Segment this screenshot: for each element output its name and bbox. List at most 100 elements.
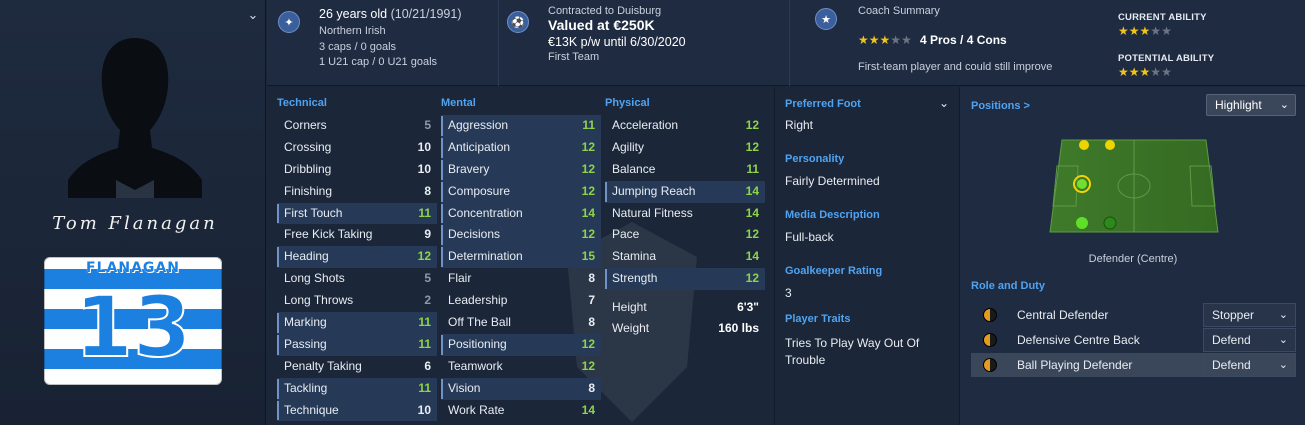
attribute-row-composure[interactable]: Composure 12 bbox=[441, 180, 601, 203]
attribute-row-long-shots[interactable]: Long Shots 5 bbox=[277, 268, 437, 290]
height-value: 6'3" bbox=[737, 300, 759, 314]
chevron-down-icon[interactable]: ⌄ bbox=[246, 8, 260, 22]
attribute-value: 2 bbox=[424, 293, 431, 308]
duty-dropdown[interactable]: Stopper ⌄ bbox=[1203, 303, 1296, 327]
attribute-value: 10 bbox=[417, 139, 431, 154]
attribute-row-balance[interactable]: Balance 11 bbox=[605, 159, 765, 181]
attribute-label: Long Shots bbox=[284, 271, 345, 286]
attribute-row-concentration[interactable]: Concentration 14 bbox=[441, 202, 601, 225]
attribute-row-tackling[interactable]: Tackling 11 bbox=[277, 377, 437, 400]
attribute-row-positioning[interactable]: Positioning 12 bbox=[441, 333, 601, 356]
role-row[interactable]: Central Defender Stopper ⌄ bbox=[971, 303, 1296, 327]
contract-details: ⚽ Contracted to Duisburg Valued at €250K… bbox=[500, 0, 790, 86]
wage: €13K p/w until 6/30/2020 bbox=[548, 35, 686, 49]
attribute-label: Passing bbox=[284, 336, 327, 351]
attribute-value: 11 bbox=[582, 118, 595, 132]
player-info-panel: ⌄ Preferred Foot Right Personality Fairl… bbox=[774, 87, 958, 425]
attribute-row-corners[interactable]: Corners 5 bbox=[277, 115, 437, 137]
attribute-row-vision[interactable]: Vision 8 bbox=[441, 377, 601, 400]
role-row[interactable]: Ball Playing Defender Defend ⌄ bbox=[971, 353, 1296, 377]
duty-dropdown[interactable]: Defend ⌄ bbox=[1203, 353, 1296, 377]
attribute-row-acceleration[interactable]: Acceleration 12 bbox=[605, 115, 765, 137]
position-dot bbox=[1076, 217, 1088, 229]
technical-title: Technical bbox=[277, 97, 327, 109]
attribute-row-jumping-reach[interactable]: Jumping Reach 14 bbox=[605, 180, 765, 203]
positions-link[interactable]: Positions > bbox=[971, 100, 1030, 112]
attribute-row-heading[interactable]: Heading 12 bbox=[277, 246, 437, 269]
media-description: Full-back bbox=[785, 230, 834, 244]
attribute-label: Natural Fitness bbox=[612, 205, 693, 220]
star-filled-icon: ★ bbox=[1128, 65, 1140, 79]
position-dot bbox=[1079, 140, 1089, 150]
attribute-value: 7 bbox=[588, 293, 595, 308]
personality: Fairly Determined bbox=[785, 174, 880, 188]
attribute-label: Pace bbox=[612, 227, 640, 242]
attribute-row-penalty-taking[interactable]: Penalty Taking 6 bbox=[277, 356, 437, 378]
attribute-row-aggression[interactable]: Aggression 11 bbox=[441, 115, 601, 137]
attribute-row-work-rate[interactable]: Work Rate 14 bbox=[441, 400, 601, 422]
attribute-row-technique[interactable]: Technique 10 bbox=[277, 399, 437, 422]
attribute-row-crossing[interactable]: Crossing 10 bbox=[277, 137, 437, 159]
attribute-label: Aggression bbox=[448, 118, 509, 132]
position-dot bbox=[1103, 216, 1117, 230]
duty-dropdown[interactable]: Defend ⌄ bbox=[1203, 328, 1296, 352]
attribute-label: Off The Ball bbox=[448, 315, 511, 330]
attribute-row-leadership[interactable]: Leadership 7 bbox=[441, 290, 601, 312]
role-row[interactable]: Defensive Centre Back Defend ⌄ bbox=[971, 328, 1296, 352]
attribute-label: Penalty Taking bbox=[284, 358, 362, 373]
highlight-dropdown[interactable]: Highlight ⌄ bbox=[1206, 94, 1296, 116]
caps: 3 caps / 0 goals bbox=[319, 41, 397, 53]
attribute-row-free-kick-taking[interactable]: Free Kick Taking 9 bbox=[277, 224, 437, 246]
attribute-row-long-throws[interactable]: Long Throws 2 bbox=[277, 290, 437, 312]
chevron-down-icon: ⌄ bbox=[1278, 359, 1288, 371]
star-empty-icon: ★ bbox=[1150, 65, 1162, 79]
attribute-row-pace[interactable]: Pace 12 bbox=[605, 224, 765, 246]
shirt-number: 13 bbox=[74, 277, 193, 377]
height-label: Height bbox=[612, 300, 647, 314]
potential-ability-stars: ★★★★★ bbox=[1118, 65, 1172, 79]
player-trait[interactable]: Tries To Play Way Out Of Trouble bbox=[785, 335, 945, 369]
goalkeeper-rating: 3 bbox=[785, 286, 792, 300]
attribute-value: 15 bbox=[581, 249, 595, 264]
attribute-row-bravery[interactable]: Bravery 12 bbox=[441, 158, 601, 181]
attribute-row-stamina[interactable]: Stamina 14 bbox=[605, 246, 765, 268]
attribute-row-determination[interactable]: Determination 15 bbox=[441, 246, 601, 269]
chevron-down-icon[interactable]: ⌄ bbox=[939, 96, 949, 110]
attribute-value: 12 bbox=[581, 161, 595, 176]
attribute-value: 12 bbox=[745, 271, 759, 286]
attribute-value: 8 bbox=[424, 183, 431, 198]
attribute-label: Leadership bbox=[448, 293, 508, 308]
chevron-down-icon: ⌄ bbox=[1279, 99, 1289, 111]
star-filled-icon: ★ bbox=[868, 33, 880, 47]
mental-column: Mental Aggression 11 Anticipation 12 Bravery… bbox=[441, 87, 601, 421]
attribute-row-finishing[interactable]: Finishing 8 bbox=[277, 181, 437, 203]
star-filled-icon: ★ bbox=[1139, 24, 1151, 38]
pros-cons[interactable]: 4 Pros / 4 Cons bbox=[920, 33, 1007, 47]
attribute-value: 11 bbox=[418, 315, 431, 330]
attribute-row-dribbling[interactable]: Dribbling 10 bbox=[277, 159, 437, 181]
attribute-row-first-touch[interactable]: First Touch 11 bbox=[277, 202, 437, 225]
u21-caps: 1 U21 cap / 0 U21 goals bbox=[319, 56, 438, 68]
contract-label: Contracted to Duisburg bbox=[548, 5, 662, 17]
attribute-row-strength[interactable]: Strength 12 bbox=[605, 268, 765, 291]
attribute-value: 5 bbox=[424, 118, 431, 132]
attribute-row-agility[interactable]: Agility 12 bbox=[605, 137, 765, 159]
attribute-value: 11 bbox=[418, 380, 431, 395]
attribute-row-passing[interactable]: Passing 11 bbox=[277, 333, 437, 356]
attribute-label: Jumping Reach bbox=[612, 183, 696, 198]
attribute-row-teamwork[interactable]: Teamwork 12 bbox=[441, 356, 601, 378]
attribute-row-off-the-ball[interactable]: Off The Ball 8 bbox=[441, 312, 601, 334]
attribute-row-marking[interactable]: Marking 11 bbox=[277, 312, 437, 334]
attribute-row-decisions[interactable]: Decisions 12 bbox=[441, 224, 601, 247]
attribute-row-natural-fitness[interactable]: Natural Fitness 14 bbox=[605, 203, 765, 225]
attributes-panel: Technical Corners 5 Crossing 10 Dribbling 10 F… bbox=[267, 87, 770, 425]
age-dob: 26 years old (10/21/1991) bbox=[319, 7, 461, 21]
chevron-down-icon: ⌄ bbox=[1278, 309, 1288, 321]
player-shirt: FLANAGAN 13 bbox=[44, 257, 222, 385]
attribute-row-flair[interactable]: Flair 8 bbox=[441, 268, 601, 290]
attribute-value: 12 bbox=[581, 227, 595, 242]
attribute-label: Marking bbox=[284, 315, 327, 330]
position-dot bbox=[1077, 179, 1087, 189]
attribute-row-anticipation[interactable]: Anticipation 12 bbox=[441, 136, 601, 159]
technical-column: Technical Corners 5 Crossing 10 Dribbling 10 F… bbox=[277, 87, 437, 422]
